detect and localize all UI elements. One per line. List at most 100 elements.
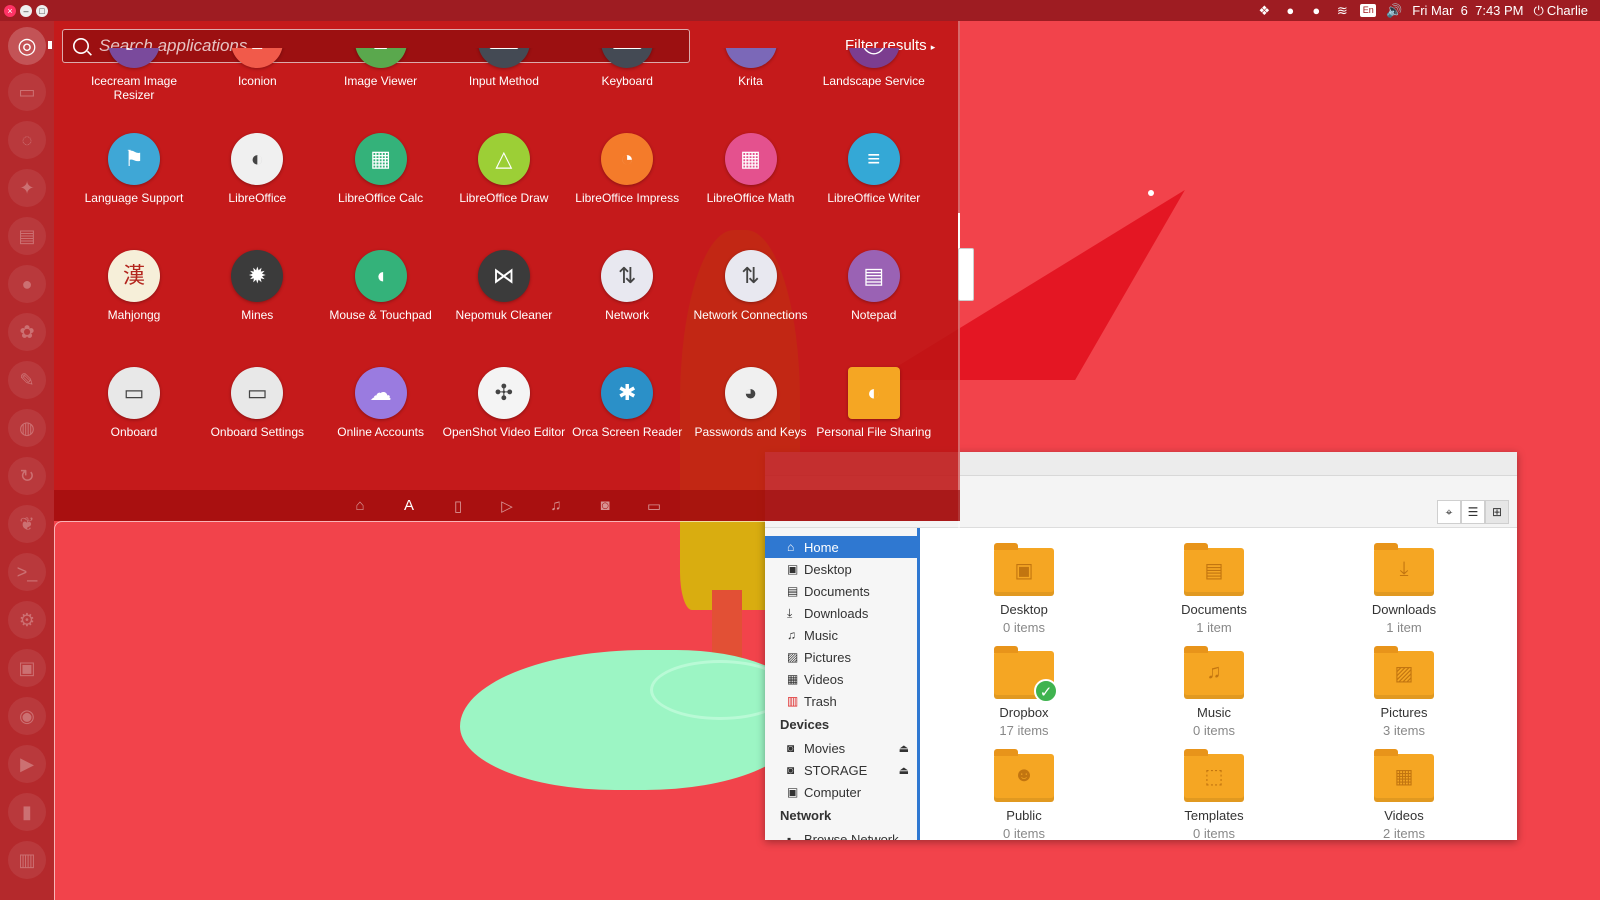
launcher-files-icon[interactable]: ▭ (8, 73, 46, 111)
sidebar-item-movies[interactable]: ◙ Movies ⏏ (765, 737, 917, 759)
app-launcher-item[interactable]: 漢 Mahjongg (72, 250, 196, 322)
documents-folder-icon: ▤ (1184, 543, 1244, 596)
minimize-button[interactable]: – (20, 4, 32, 17)
sidebar-item-desktop[interactable]: ▣ Desktop (765, 558, 917, 580)
app-launcher-item[interactable]: ◐ Personal File Sharing (812, 367, 936, 439)
app-label: Krita (738, 74, 763, 88)
launcher-gallery-icon[interactable]: ✿ (8, 313, 46, 351)
app-launcher-item[interactable]: ✹ Mines (195, 250, 319, 322)
folder-item[interactable]: ✓ Dropbox 17 items (949, 646, 1099, 738)
app-launcher-item[interactable]: ▤ Notepad (812, 250, 936, 322)
dash-scrollbar[interactable] (958, 213, 974, 301)
app-launcher-item[interactable]: ◯ Landscape Service (812, 48, 936, 88)
sidebar-item-downloads[interactable]: ⤓ Downloads (765, 602, 917, 624)
eject-icon[interactable]: ⏏ (899, 764, 909, 777)
app-launcher-item[interactable]: ◕ Passwords and Keys (689, 367, 813, 439)
sidebar-item-videos[interactable]: ▦ Videos (765, 668, 917, 690)
app-launcher-item[interactable]: ▦ LibreOffice Math (689, 133, 813, 205)
folder-item[interactable]: ♫ Music 0 items (1139, 646, 1289, 738)
app-launcher-item[interactable]: ▦ LibreOffice Calc (319, 133, 443, 205)
folder-item-count: 0 items (1003, 826, 1045, 841)
launcher-usb-icon[interactable]: ▮ (8, 793, 46, 831)
app-label: Online Accounts (337, 425, 424, 439)
app-launcher-item[interactable]: ⇅ Network (565, 250, 689, 322)
video-lens-icon[interactable]: ▷ (498, 497, 517, 515)
active-pip (48, 41, 52, 49)
dash-home-button[interactable]: ◎ (8, 27, 46, 65)
eject-icon[interactable]: ⏏ (899, 742, 909, 755)
launcher-terminal-icon[interactable]: >_ (8, 553, 46, 591)
app-launcher-item[interactable]: ☁ Online Accounts (319, 367, 443, 439)
user-menu[interactable]: ⏻ Charlie (1534, 3, 1588, 19)
launcher-document-icon[interactable]: ▤ (8, 217, 46, 255)
status-circle-icon[interactable]: ● (1282, 3, 1298, 18)
wifi-icon[interactable]: ≋ (1334, 3, 1350, 18)
folder-item[interactable]: ▦ Videos 2 items (1329, 749, 1479, 841)
launcher-app-icon[interactable]: ✦ (8, 169, 46, 207)
launcher-editor-icon[interactable]: ✎ (8, 361, 46, 399)
app-launcher-item[interactable]: ⋈ Nepomuk Cleaner (442, 250, 566, 322)
dropbox-icon[interactable]: ❖ (1256, 3, 1272, 18)
launcher-web-icon[interactable]: ◍ (8, 409, 46, 447)
app-launcher-item[interactable]: ⤢ Icecream Image Resizer (72, 48, 196, 102)
app-launcher-item[interactable]: ≡ LibreOffice Writer (812, 133, 936, 205)
sidebar-item-browse-network[interactable]: ▪ Browse Network (765, 828, 917, 841)
folder-item[interactable]: ☻ Public 0 items (949, 749, 1099, 841)
launcher-browser-icon[interactable]: ◌ (8, 121, 46, 159)
launcher-tool-icon[interactable]: ❦ (8, 505, 46, 543)
folder-item[interactable]: ▤ Documents 1 item (1139, 543, 1289, 635)
sidebar-item-home[interactable]: ⌂ Home (765, 536, 917, 558)
photo-lens-icon[interactable]: ◙ (596, 497, 615, 514)
folder-name: Templates (1184, 808, 1244, 823)
app-launcher-item[interactable]: ✱ Orca Screen Reader (565, 367, 689, 439)
home-lens-icon[interactable]: ⌂ (351, 497, 370, 514)
sidebar-item-trash[interactable]: ▥ Trash (765, 690, 917, 712)
applications-lens-icon[interactable]: A (400, 497, 419, 514)
app-launcher-item[interactable]: ◖ Mouse & Touchpad (319, 250, 443, 322)
app-launcher-item[interactable]: ✣ OpenShot Video Editor (442, 367, 566, 439)
scroll-buttons[interactable] (958, 248, 974, 301)
launcher-media-icon[interactable]: ● (8, 265, 46, 303)
app-launcher-item[interactable]: ⌨ Keyboard (565, 48, 689, 88)
launcher-update-icon[interactable]: ↻ (8, 457, 46, 495)
sidebar-item-storage[interactable]: ◙ STORAGE ⏏ (765, 759, 917, 781)
app-launcher-item[interactable]: ◐ LibreOffice (195, 133, 319, 205)
folder-item[interactable]: ▨ Pictures 3 items (1329, 646, 1479, 738)
keyboard-layout-indicator[interactable]: En (1360, 4, 1377, 17)
sidebar-item-music[interactable]: ♫ Music (765, 624, 917, 646)
music-lens-icon[interactable]: ♫ (547, 497, 566, 514)
launcher-video-icon[interactable]: ▣ (8, 649, 46, 687)
launcher-settings-icon[interactable]: ⚙ (8, 601, 46, 639)
launcher-trash-icon[interactable]: ▥ (8, 841, 46, 879)
app-launcher-item[interactable]: ⚑ Language Support (72, 133, 196, 205)
locate-button[interactable]: ⌖ (1437, 500, 1461, 524)
sidebar-item-computer[interactable]: ▣ Computer (765, 781, 917, 803)
app-launcher-item[interactable]: ⌨ Input Method (442, 48, 566, 88)
close-button[interactable]: × (4, 4, 16, 17)
app-launcher-item[interactable]: ◔ LibreOffice Impress (565, 133, 689, 205)
sidebar-item-documents[interactable]: ▤ Documents (765, 580, 917, 602)
app-launcher-item[interactable]: ▭ Onboard (72, 367, 196, 439)
scroll-thumb[interactable] (958, 213, 960, 253)
launcher-player-icon[interactable]: ▶ (8, 745, 46, 783)
app-launcher-item[interactable]: △ LibreOffice Draw (442, 133, 566, 205)
folder-item[interactable]: ⤓ Downloads 1 item (1329, 543, 1479, 635)
maximize-button[interactable]: □ (36, 4, 48, 17)
app-launcher-item[interactable]: ⇅ Network Connections (689, 250, 813, 322)
sidebar-item-pictures[interactable]: ▨ Pictures (765, 646, 917, 668)
volume-icon[interactable]: 🔊 (1386, 3, 1402, 18)
social-lens-icon[interactable]: ▭ (645, 497, 664, 515)
grid-view-button[interactable]: ⊞ (1485, 500, 1509, 524)
downloads-folder-icon: ⤓ (1374, 543, 1434, 596)
app-launcher-item[interactable]: ⌂ Iconion (195, 48, 319, 88)
folder-item[interactable]: ⬚ Templates 0 items (1139, 749, 1289, 841)
clock[interactable]: Fri Mar 6 7:43 PM (1412, 3, 1523, 18)
chat-icon[interactable]: ● (1308, 3, 1324, 18)
app-launcher-item[interactable]: ▭ Onboard Settings (195, 367, 319, 439)
app-launcher-item[interactable]: ✎ Krita (689, 48, 813, 88)
launcher-camera-icon[interactable]: ◉ (8, 697, 46, 735)
files-lens-icon[interactable]: ▯ (449, 497, 468, 515)
list-view-button[interactable]: ☰ (1461, 500, 1485, 524)
folder-item[interactable]: ▣ Desktop 0 items (949, 543, 1099, 635)
app-launcher-item[interactable]: ▲ Image Viewer (319, 48, 443, 88)
